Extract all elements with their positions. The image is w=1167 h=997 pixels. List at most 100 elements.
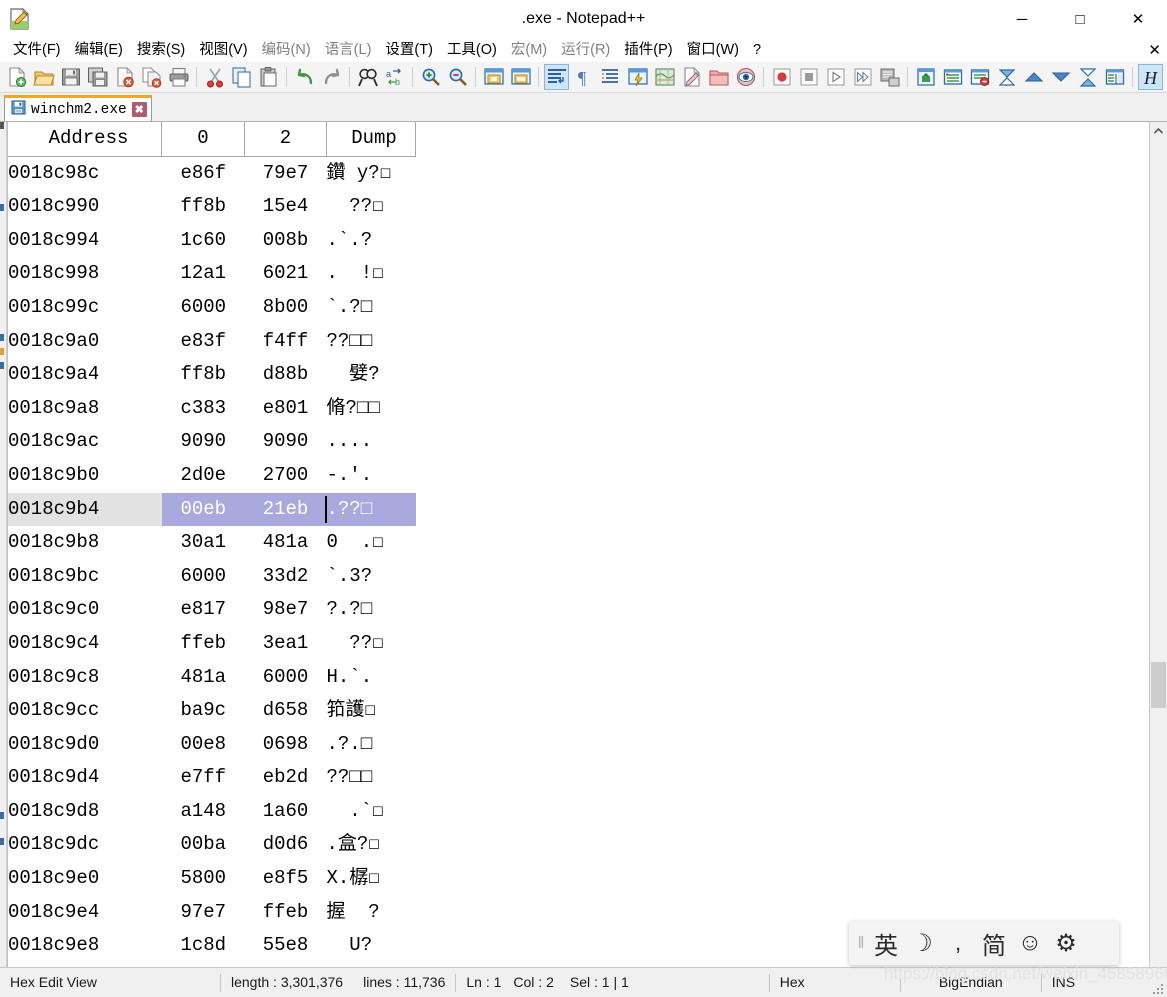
scroll-up-arrow-icon[interactable] <box>1150 122 1167 139</box>
hex-cell-dump[interactable]: 握 ? <box>327 896 416 930</box>
replace-icon[interactable]: ab <box>382 64 407 90</box>
hex-cell-address[interactable]: 0018c9a4 <box>8 358 162 392</box>
hex-cell-word0[interactable]: 30a1 <box>162 526 245 560</box>
hex-editor-icon[interactable]: H <box>1138 64 1163 90</box>
hex-cell-word2[interactable]: 3ea1 <box>245 627 327 661</box>
hex-cell-word0[interactable]: ff8b <box>162 190 245 224</box>
hex-cell-address[interactable]: 0018c9e8 <box>8 929 162 963</box>
hex-cell-word2[interactable]: d88b <box>245 358 327 392</box>
hex-row[interactable]: 0018c9a0 e83f f4ff ??□□ <box>8 325 416 359</box>
hex-cell-address[interactable]: 0018c998 <box>8 257 162 291</box>
column-header-0[interactable]: 0 <box>161 122 245 157</box>
hex-cell-dump[interactable]: .`.? <box>327 224 416 258</box>
tab-close-icon[interactable]: ✖ <box>131 102 147 117</box>
save-all-icon[interactable] <box>85 64 110 90</box>
vertical-scrollbar[interactable] <box>1149 122 1167 967</box>
hex-cell-address[interactable]: 0018c99c <box>8 291 162 325</box>
hex-cell-dump[interactable]: ??□□ <box>327 325 416 359</box>
hex-cell-word2[interactable]: 1a60 <box>245 795 327 829</box>
redo-icon[interactable] <box>319 64 344 90</box>
close-document-x[interactable]: ✕ <box>1148 41 1161 59</box>
ime-emoji-button[interactable]: ☺ <box>1013 926 1047 960</box>
sync-vertical-scroll-icon[interactable] <box>481 64 506 90</box>
menu-item-2[interactable]: 搜索(S) <box>130 39 192 61</box>
save-macro-icon[interactable] <box>877 64 902 90</box>
hex-cell-address[interactable]: 0018c9e4 <box>8 896 162 930</box>
hex-cell-word0[interactable]: 6000 <box>162 560 245 594</box>
hex-row[interactable]: 0018c9c8 481a 6000 H.`. <box>8 661 416 695</box>
hex-cell-dump[interactable]: ?.?□ <box>327 593 416 627</box>
hex-cell-address[interactable]: 0018c9c8 <box>8 661 162 695</box>
clear-bookmarks-icon[interactable] <box>967 64 992 90</box>
hex-cell-address[interactable]: 0018c9e0 <box>8 862 162 896</box>
hex-cell-address[interactable]: 0018c9dc <box>8 828 162 862</box>
hex-cell-address[interactable]: 0018c9ac <box>8 425 162 459</box>
hex-cell-address[interactable]: 0018c9a0 <box>8 325 162 359</box>
hex-row[interactable]: 0018c9b8 30a1 481a 0 .☐ <box>8 526 416 560</box>
hex-cell-address[interactable]: 0018c9b8 <box>8 526 162 560</box>
hex-row[interactable]: 0018c990 ff8b 15e4 ??☐ <box>8 190 416 224</box>
hex-row-selected[interactable]: 0018c9b4 00eb 21eb .??□ <box>8 492 416 527</box>
ime-language-mode-button[interactable]: 英 <box>869 926 903 960</box>
hex-cell-word2[interactable]: 15e4 <box>245 190 327 224</box>
hex-cell-address[interactable]: 0018c9cc <box>8 694 162 728</box>
tab-winchm2-exe[interactable]: winchm2.exe ✖ <box>4 95 152 121</box>
ime-moon-mode-button[interactable]: ☽ <box>905 926 939 960</box>
hex-cell-word0[interactable]: 00ba <box>162 828 245 862</box>
hex-row[interactable]: 0018c994 1c60 008b .`.? <box>8 224 416 258</box>
save-icon[interactable] <box>58 64 83 90</box>
hex-cell-address[interactable]: 0018c994 <box>8 224 162 258</box>
hex-row[interactable]: 0018c9c0 e817 98e7 ?.?□ <box>8 593 416 627</box>
hex-cell-word2[interactable]: e8f5 <box>245 862 327 896</box>
ime-drag-handle[interactable]: ‖ <box>855 932 867 954</box>
scrollbar-thumb[interactable] <box>1151 662 1166 708</box>
menu-item-4[interactable]: 编码(N) <box>255 39 318 61</box>
hex-cell-word2[interactable]: 33d2 <box>245 560 327 594</box>
hex-cell-dump[interactable]: ??□□ <box>327 761 416 795</box>
hex-cell-word0[interactable]: e7ff <box>162 761 245 795</box>
ime-punctuation-button[interactable]: ‚ <box>941 926 975 960</box>
hex-cell-dump[interactable]: 鑽 y?☐ <box>327 156 416 190</box>
column-header-2[interactable]: 2 <box>244 122 327 157</box>
hex-cell-word0[interactable]: e817 <box>162 593 245 627</box>
hex-cell-dump[interactable]: . !☐ <box>327 257 416 291</box>
hex-cell-address[interactable]: 0018c9bc <box>8 560 162 594</box>
hex-cell-dump[interactable]: .盒?☐ <box>327 828 416 862</box>
hex-row[interactable]: 0018c9d8 a148 1a60 .`☐ <box>8 795 416 829</box>
hex-cell-dump[interactable]: 脩?□□ <box>327 392 416 426</box>
hex-cell-word2[interactable]: 0698 <box>245 728 327 762</box>
menu-item-8[interactable]: 宏(M) <box>504 39 554 61</box>
hex-row[interactable]: 0018c9bc 6000 33d2 `.3? <box>8 560 416 594</box>
close-file-icon[interactable] <box>112 64 137 90</box>
hex-cell-word0[interactable]: 5800 <box>162 862 245 896</box>
hex-row[interactable]: 0018c9e8 1c8d 55e8 U? <box>8 929 416 963</box>
hex-cell-word0[interactable]: e86f <box>162 156 245 190</box>
hex-cell-word2[interactable]: 9090 <box>245 425 327 459</box>
sync-horizontal-scroll-icon[interactable] <box>508 64 533 90</box>
show-all-characters-icon[interactable]: ¶ <box>571 64 596 90</box>
hex-cell-dump[interactable]: ??☐ <box>327 627 416 661</box>
hex-cell-word2[interactable]: eb2d <box>245 761 327 795</box>
next-bookmark-icon[interactable] <box>994 64 1019 90</box>
hex-cell-dump[interactable]: `.3? <box>327 560 416 594</box>
hex-row[interactable]: 0018c9b0 2d0e 2700 -.'. <box>8 459 416 493</box>
hex-cell-dump[interactable]: H.`. <box>327 661 416 695</box>
hex-row[interactable]: 0018c9e4 97e7 ffeb 握 ? <box>8 896 416 930</box>
hex-cell-address[interactable]: 0018c9c4 <box>8 627 162 661</box>
hex-row[interactable]: 0018c9dc 00ba d0d6 .盒?☐ <box>8 828 416 862</box>
toggle-bookmark-icon[interactable] <box>940 64 965 90</box>
menu-item-10[interactable]: 插件(P) <box>617 39 679 61</box>
hex-row[interactable]: 0018c98c e86f 79e7 鑽 y?☐ <box>8 156 416 190</box>
hex-cell-address[interactable]: 0018c9d0 <box>8 728 162 762</box>
previous-bookmark-up-icon[interactable] <box>1021 64 1046 90</box>
hex-edit-view[interactable]: Address 0 2 Dump 0018c98c e86f 79e7 鑽 y?☐ 00… <box>7 122 1149 967</box>
ime-simplified-chinese-button[interactable]: 简 <box>977 926 1011 960</box>
cut-bookmark-lines-icon[interactable] <box>1075 64 1100 90</box>
document-map-icon[interactable] <box>652 64 677 90</box>
resize-grip-icon[interactable] <box>1152 982 1164 994</box>
hex-cell-word0[interactable]: ff8b <box>162 358 245 392</box>
hex-cell-word0[interactable]: ba9c <box>162 694 245 728</box>
print-icon[interactable] <box>166 64 191 90</box>
ime-settings-button[interactable]: ⚙ <box>1049 926 1083 960</box>
hex-cell-dump[interactable]: 嬖? <box>327 358 416 392</box>
